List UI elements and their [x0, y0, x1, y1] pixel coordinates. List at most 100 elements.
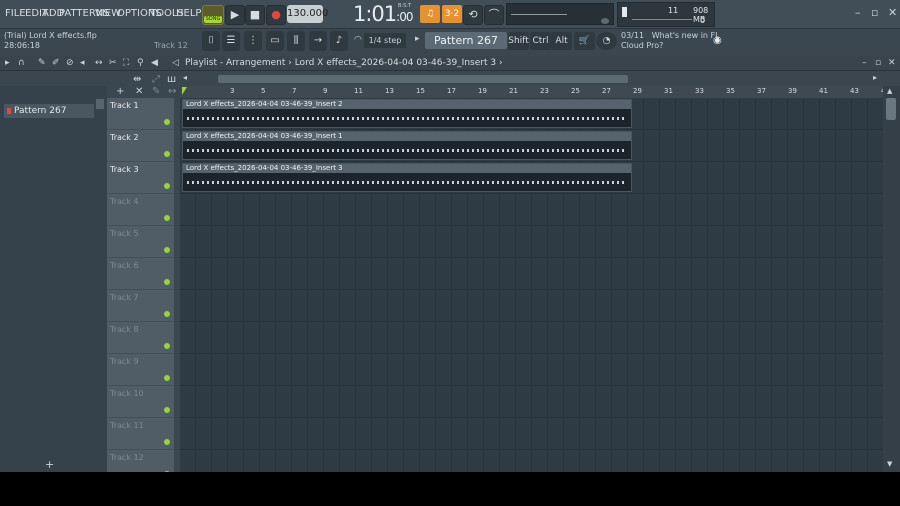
playback-tool-icon[interactable]: ◀	[151, 58, 158, 68]
audio-clip[interactable]: Lord X effects_2026-04-04 03-46-39_Inser…	[182, 163, 632, 192]
updates-icon[interactable]: ◔	[596, 32, 617, 50]
meter-knob[interactable]	[601, 18, 609, 24]
scroll-up-icon[interactable]: ▲	[887, 87, 892, 95]
news-panel[interactable]: 03/11 What's new in FL Cloud Pro?	[621, 31, 720, 51]
ruler-bar-number: 35	[726, 87, 735, 95]
track-header[interactable]: Track 2	[107, 130, 174, 162]
arrange-icon[interactable]: ⇹	[133, 74, 141, 85]
pattern-item[interactable]: Pattern 267	[4, 104, 94, 118]
pattern-song-icon[interactable]: ♫	[420, 5, 440, 23]
wait-input-icon[interactable]: ⟲	[463, 5, 483, 25]
ruler-bar-number: 7	[292, 87, 297, 95]
track-header[interactable]: Track 9	[107, 354, 174, 386]
bar-ruler[interactable]: 3579111315171921232527293133353739414345	[180, 86, 890, 98]
zoom-tool-icon[interactable]: ⚲	[137, 58, 144, 68]
track-header[interactable]: Track 7	[107, 290, 174, 322]
microphone-icon[interactable]: ♪	[330, 31, 348, 51]
arrow-right-icon[interactable]: →	[309, 31, 327, 51]
track-enable-led[interactable]	[164, 279, 170, 285]
pattern-prev-icon[interactable]: ▸	[415, 34, 420, 44]
track-header[interactable]: Track 8	[107, 322, 174, 354]
track-enable-led[interactable]	[164, 119, 170, 125]
track-enable-led[interactable]	[164, 407, 170, 413]
playlist-menu-icon[interactable]: ▸	[5, 58, 10, 68]
track-enable-led[interactable]	[164, 439, 170, 445]
scroll-right-icon[interactable]: ▸	[873, 73, 877, 82]
scroll-left-icon[interactable]: ◂	[183, 73, 187, 82]
track-header[interactable]: Track 10	[107, 386, 174, 418]
speaker-icon[interactable]: ◁	[172, 58, 179, 68]
link-icon[interactable]: ⤢	[152, 74, 160, 85]
main-toolbar: FILE EDIT ADD PATTERNS VIEW OPTIONS TOOL…	[0, 0, 900, 29]
track-name: Track 8	[110, 325, 139, 334]
cart-icon[interactable]: 🛒	[574, 32, 595, 50]
track-enable-led[interactable]	[164, 215, 170, 221]
paint-tool-icon[interactable]: ✐	[52, 58, 60, 68]
track-enable-led[interactable]	[164, 311, 170, 317]
track-header[interactable]: Track 11	[107, 418, 174, 450]
select-tool-icon[interactable]: ⛶	[123, 58, 129, 68]
pencil-icon[interactable]: ✎	[152, 86, 160, 97]
vertical-scroll-thumb[interactable]	[886, 98, 896, 120]
playlist-icon[interactable]: ⌷	[202, 31, 220, 51]
track-enable-led[interactable]	[164, 343, 170, 349]
audio-clip[interactable]: Lord X effects_2026-04-04 03-46-39_Inser…	[182, 131, 632, 160]
record-button[interactable]: ●	[266, 5, 286, 25]
slip-tool-icon[interactable]: ↔	[95, 58, 103, 68]
shift-button[interactable]: Shift	[508, 32, 529, 50]
browser-scrollbar[interactable]	[96, 99, 104, 109]
countdown-icon[interactable]: ⌒	[484, 5, 504, 25]
close-icon[interactable]: ✕	[888, 6, 897, 19]
remove-track-icon[interactable]: ✕	[135, 86, 143, 97]
vertical-scrollbar[interactable]	[883, 86, 900, 472]
browser-icon[interactable]: ⫼	[287, 31, 305, 51]
pattern-selector[interactable]: Pattern 267	[425, 32, 507, 49]
track-header[interactable]: Track 6	[107, 258, 174, 290]
track-header[interactable]: Track 4	[107, 194, 174, 226]
playlist-close-icon[interactable]: ✕	[888, 58, 896, 68]
add-pattern-button[interactable]: +	[45, 458, 54, 471]
stop-icon: ■	[249, 8, 261, 21]
piano-roll-icon[interactable]: ☰	[222, 31, 240, 51]
globe-icon[interactable]: ◉	[713, 35, 722, 46]
mixer-icon[interactable]: ▭	[266, 31, 284, 51]
scroll-down-icon[interactable]: ▼	[887, 460, 892, 468]
track-header[interactable]: Track 12	[107, 450, 174, 472]
track-header[interactable]: Track 5	[107, 226, 174, 258]
ruler-bar-number: 27	[602, 87, 611, 95]
track-enable-led[interactable]	[164, 151, 170, 157]
play-button[interactable]: ▶	[225, 5, 245, 25]
slice-tool-icon[interactable]: ✂	[109, 58, 117, 68]
master-volume-meter[interactable]	[506, 3, 614, 25]
resize-icon[interactable]: ↔	[168, 86, 176, 97]
add-track-icon[interactable]: +	[116, 86, 124, 97]
delete-tool-icon[interactable]: ⊘	[66, 58, 74, 68]
mute-tool-icon[interactable]: ◂	[80, 58, 85, 68]
track-enable-led[interactable]	[164, 183, 170, 189]
ctrl-button[interactable]: Ctrl	[530, 32, 551, 50]
track-header[interactable]: Track 3	[107, 162, 174, 194]
metronome-icon[interactable]: 3·2	[442, 5, 462, 23]
track-header[interactable]: Track 1	[107, 98, 174, 130]
step-selector[interactable]: 1/4 step	[364, 33, 406, 48]
playlist-minimize-icon[interactable]: –	[862, 58, 867, 68]
playlist-maximize-icon[interactable]: ▫	[875, 58, 881, 68]
magnet-icon[interactable]: ∩	[18, 58, 25, 68]
menu-file[interactable]: FILE	[5, 8, 26, 19]
menu-help[interactable]: HELP	[176, 8, 201, 19]
track-enable-led[interactable]	[164, 375, 170, 381]
song-mode-toggle[interactable]: SONG	[202, 5, 224, 25]
channel-rack-icon[interactable]: ⋮	[244, 31, 262, 51]
snap-icon[interactable]: ◠	[354, 35, 362, 45]
audio-clip[interactable]: Lord X effects_2026-04-04 03-46-39_Inser…	[182, 99, 632, 128]
tempo-display[interactable]: 130.000	[287, 5, 328, 23]
track-mode-icon[interactable]: ш	[167, 74, 176, 85]
maximize-icon[interactable]: ▫	[871, 6, 878, 19]
horizontal-scrollbar[interactable]	[218, 75, 628, 83]
draw-tool-icon[interactable]: ✎	[38, 58, 46, 68]
stop-button[interactable]: ■	[245, 5, 265, 25]
track-enable-led[interactable]	[164, 247, 170, 253]
alt-button[interactable]: Alt	[551, 32, 572, 50]
ruler-bar-number: 43	[850, 87, 859, 95]
minimize-icon[interactable]: –	[855, 6, 861, 19]
